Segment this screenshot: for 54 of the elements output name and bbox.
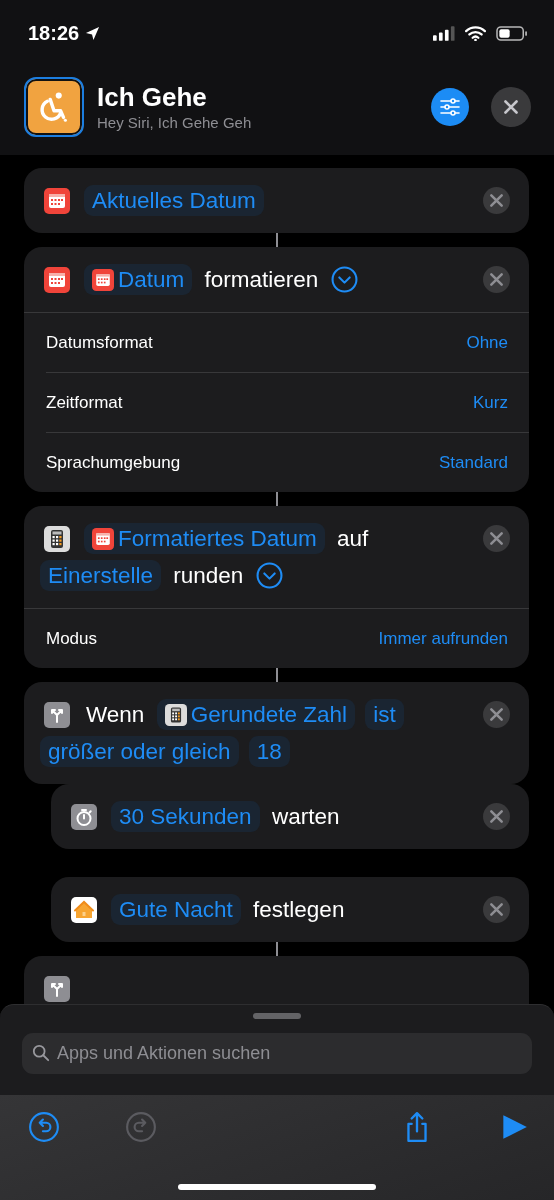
calendar-icon [92,528,114,550]
house-icon [71,897,97,923]
remove-button[interactable] [483,266,510,293]
parameter-label: Datumsformat [46,332,153,353]
variable-token[interactable]: Gerundete Zahl [156,699,355,730]
variable-token[interactable]: größer oder gleich [40,736,239,767]
branch-icon [44,702,70,728]
settings-button[interactable] [431,87,469,126]
variable-token[interactable]: 30 Sekunden [111,801,260,832]
shortcut-title: Ich Gehe [97,82,208,112]
variable-token[interactable]: Formatiertes Datum [84,523,325,554]
close-button[interactable] [491,86,531,127]
clock-time: 18:26 [28,21,80,45]
parameter-value[interactable]: Standard [439,452,508,473]
variable-token[interactable]: Einerstelle [40,560,162,591]
search-icon [32,1044,50,1062]
variable-token[interactable]: Aktuelles Datum [84,185,264,216]
calculator-icon [44,526,70,552]
parameter-label: Sprachumgebung [46,452,181,473]
remove-button[interactable] [483,525,510,552]
wifi-icon [465,25,486,41]
remove-button[interactable] [483,187,510,214]
undo-button[interactable] [28,1111,60,1143]
parameter-value[interactable]: Ohne [466,332,508,353]
location-arrow-icon [85,25,101,41]
branch-icon [44,976,70,1002]
variable-token[interactable]: Datum [84,264,193,295]
action-text: Wenn [86,702,145,727]
action-text: warten [271,804,340,829]
signal-icon [433,25,455,41]
variable-token[interactable]: ist [365,699,404,730]
action-text: festlegen [253,897,345,922]
search-field[interactable]: Apps und Aktionen suchen [22,1033,532,1074]
remove-button[interactable] [483,803,510,830]
parameter-value[interactable]: Kurz [473,392,508,413]
action-text: formatieren [204,267,319,292]
action-text: runden [173,563,244,588]
battery-icon [496,25,528,41]
calendar-icon [44,267,70,293]
calculator-icon [164,704,187,726]
remove-button[interactable] [483,896,510,923]
stopwatch-icon [71,804,97,830]
parameter-label: Zeitformat [46,392,123,413]
parameter-label: Modus [46,628,98,649]
remove-button[interactable] [483,701,510,728]
variable-token[interactable]: 18 [248,736,290,767]
calendar-icon [92,269,114,291]
expand-button[interactable] [255,562,283,589]
variable-token[interactable]: Gute Nacht [111,894,241,925]
expand-button[interactable] [330,266,358,293]
shortcut-phrase: Hey Siri, Ich Gehe Geh [97,114,253,131]
parameter-value[interactable]: Immer aufrunden [378,628,508,649]
action-text: auf [337,526,369,551]
calendar-icon [44,188,70,214]
